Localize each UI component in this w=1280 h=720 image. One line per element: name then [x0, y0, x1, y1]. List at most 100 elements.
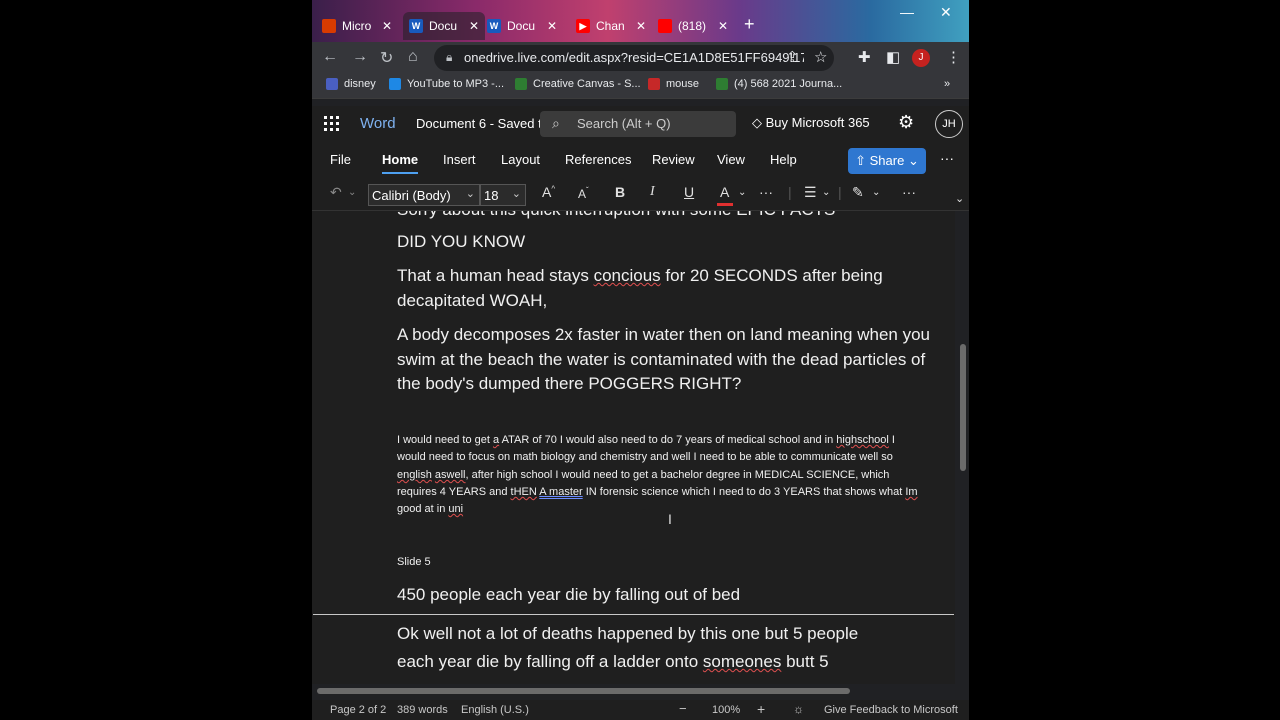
chevron-down-icon[interactable]: ⌄: [872, 187, 880, 198]
spelling-error[interactable]: aswell: [435, 469, 466, 481]
settings-gear-icon[interactable]: ⚙: [898, 112, 914, 133]
minimize-icon[interactable]: —: [900, 4, 914, 20]
horizontal-scrollbar[interactable]: [312, 684, 969, 698]
spelling-error[interactable]: tHEN: [511, 486, 537, 498]
tab-title: (818): [678, 19, 707, 33]
bookmark-disney[interactable]: disney: [326, 78, 376, 90]
vertical-scrollbar[interactable]: [957, 211, 969, 684]
profile-avatar[interactable]: J: [912, 49, 930, 67]
side-panel-icon[interactable]: ◧: [886, 48, 900, 66]
word-count[interactable]: 389 words: [397, 704, 448, 716]
new-tab-plus-icon[interactable]: +: [744, 14, 755, 35]
tab-home[interactable]: Home: [382, 152, 419, 174]
url-field[interactable]: 🔒︎ onedrive.live.com/edit.aspx?resid=CE1…: [434, 45, 834, 71]
search-field[interactable]: ⌕ Search (Alt + Q): [540, 111, 736, 137]
user-avatar[interactable]: JH: [935, 110, 963, 138]
slide-label: Slide 5: [397, 556, 431, 568]
app-name[interactable]: Word: [360, 115, 396, 132]
home-icon[interactable]: ⌂: [408, 48, 418, 66]
share-page-icon[interactable]: ⇪: [786, 48, 799, 66]
tab-help[interactable]: Help: [770, 152, 797, 167]
close-icon[interactable]: ✕: [636, 19, 646, 33]
close-icon[interactable]: ✕: [718, 19, 728, 33]
tab-references[interactable]: References: [565, 152, 631, 167]
reload-icon[interactable]: ↻: [380, 48, 393, 68]
tab-file[interactable]: File: [330, 152, 351, 167]
align-icon[interactable]: ☰: [804, 184, 817, 201]
font-size-dropdown[interactable]: 18 ⌄: [480, 184, 526, 206]
italic-icon[interactable]: I: [650, 184, 655, 200]
tab-review[interactable]: Review: [652, 152, 695, 167]
spelling-error[interactable]: someones: [703, 652, 781, 671]
small-paragraph-line5: good at in uni: [397, 503, 464, 515]
font-name-dropdown[interactable]: Calibri (Body) ⌄: [368, 184, 480, 206]
bookmarks-overflow-icon[interactable]: »: [944, 78, 950, 90]
browser-window: Micro ✕ W Docu ✕ W Docu ✕ ▶ Chan ✕ (818)…: [312, 0, 969, 720]
zoom-out-icon[interactable]: −: [679, 701, 687, 716]
tab-layout[interactable]: Layout: [501, 152, 540, 167]
word-icon: W: [409, 19, 423, 33]
bookmark-star-icon[interactable]: ☆: [814, 48, 827, 66]
spelling-error[interactable]: Im: [905, 486, 917, 498]
tab-title: Docu: [429, 19, 458, 33]
spelling-error[interactable]: english: [397, 469, 432, 481]
spelling-error[interactable]: highschool: [836, 434, 889, 446]
close-icon[interactable]: ✕: [469, 19, 479, 33]
styles-wand-icon[interactable]: ✎: [852, 184, 864, 201]
share-button[interactable]: ⇧ Share ⌄: [848, 148, 926, 174]
page-count[interactable]: Page 2 of 2: [330, 704, 386, 716]
chevron-down-icon[interactable]: ⌄: [822, 187, 830, 198]
tab-insert[interactable]: Insert: [443, 152, 476, 167]
spelling-error[interactable]: concious: [594, 266, 661, 285]
document-canvas[interactable]: Sorry about this quick interruption with…: [312, 211, 955, 684]
paragraph-ladder-line2: each year die by falling off a ladder on…: [397, 652, 829, 671]
paragraph-body-fact-line2: swim at the beach the water is contamina…: [397, 350, 926, 369]
bookmark-youtube-mp3[interactable]: YouTube to MP3 -...: [389, 78, 504, 90]
paragraph-body-fact-line3: the body's dumped there POGGERS RIGHT?: [397, 374, 742, 393]
font-color-icon[interactable]: A: [720, 184, 729, 200]
more-options-icon[interactable]: ···: [940, 150, 954, 166]
browser-tab-1[interactable]: Micro ✕: [322, 12, 392, 40]
forward-arrow-icon[interactable]: →: [352, 48, 368, 66]
vertical-scroll-thumb[interactable]: [960, 344, 966, 471]
more-font-options-icon[interactable]: ···: [759, 184, 773, 200]
buy-microsoft-365-button[interactable]: ◇ Buy Microsoft 365: [752, 115, 870, 131]
close-icon[interactable]: ✕: [382, 19, 392, 33]
spelling-error[interactable]: uni: [448, 503, 463, 515]
share-label: Share: [869, 153, 905, 168]
close-icon[interactable]: ✕: [547, 19, 557, 33]
extensions-puzzle-icon[interactable]: ✚: [858, 48, 871, 66]
toolbar-more-icon[interactable]: ···: [902, 184, 916, 200]
tab-view[interactable]: View: [717, 152, 745, 167]
focus-mode-icon[interactable]: ☼: [793, 702, 804, 716]
grow-font-icon[interactable]: A^: [542, 184, 555, 200]
word-header: Word Document 6 - Saved to OneDrive ⌕ Se…: [312, 106, 969, 142]
language[interactable]: English (U.S.): [461, 704, 529, 716]
chevron-down-icon[interactable]: ⌄: [738, 187, 746, 198]
bold-icon[interactable]: B: [615, 184, 625, 200]
browser-menu-icon[interactable]: ⋮: [946, 48, 961, 66]
zoom-level[interactable]: 100%: [712, 704, 740, 716]
bookmark-journal[interactable]: (4) 568 2021 Journa...: [716, 78, 842, 90]
bookmark-creative-canvas[interactable]: Creative Canvas - S...: [515, 78, 641, 90]
horizontal-scroll-thumb[interactable]: [317, 688, 850, 694]
ribbon-expand-chevron-icon[interactable]: ⌄: [955, 192, 964, 205]
browser-tab-3[interactable]: W Docu ✕: [487, 12, 557, 40]
browser-tab-5[interactable]: (818) ✕: [658, 12, 728, 40]
zoom-in-icon[interactable]: +: [757, 701, 765, 717]
document-title[interactable]: Document 6 - Saved to OneDrive: [416, 116, 540, 131]
undo-icon[interactable]: ↶: [330, 184, 342, 201]
document-page[interactable]: Sorry about this quick interruption with…: [313, 211, 954, 684]
browser-tab-4[interactable]: ▶ Chan ✕: [576, 12, 646, 40]
app-launcher-icon[interactable]: [324, 116, 340, 132]
bookmark-mouse[interactable]: mouse: [648, 78, 699, 90]
window-close-icon[interactable]: ✕: [940, 4, 952, 21]
browser-tab-2-active[interactable]: W Docu ✕: [403, 12, 486, 40]
back-arrow-icon[interactable]: ←: [322, 48, 338, 66]
grammar-suggestion[interactable]: A master: [539, 486, 582, 498]
give-feedback-link[interactable]: Give Feedback to Microsoft: [824, 704, 958, 716]
shrink-font-icon[interactable]: Aˇ: [578, 186, 589, 201]
underline-icon[interactable]: U: [684, 184, 694, 200]
lock-icon: 🔒︎: [446, 50, 453, 64]
undo-dropdown-icon[interactable]: ⌄: [348, 187, 356, 198]
